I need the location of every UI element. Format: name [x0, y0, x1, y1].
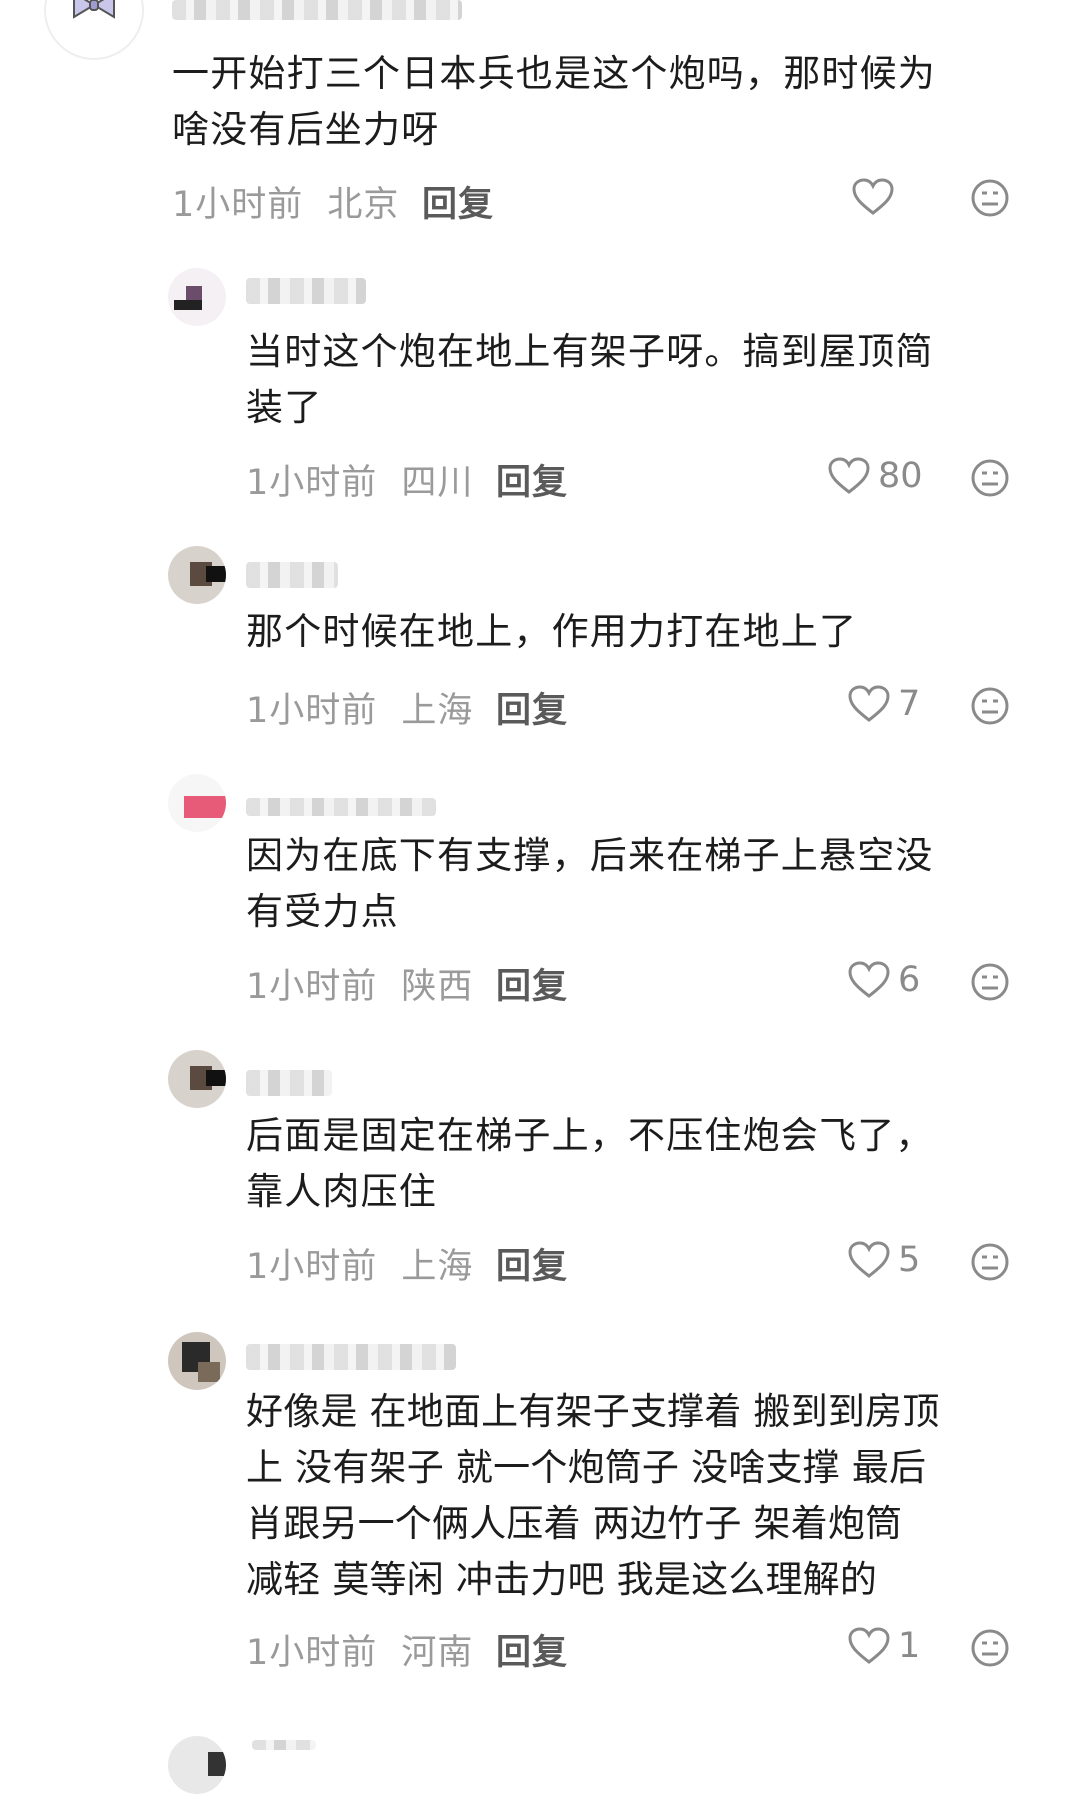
like-count: 1 — [898, 1626, 921, 1666]
comment-meta: 1小时前 北京 — [172, 176, 399, 227]
dislike-button[interactable] — [970, 1242, 1010, 1282]
comment-text: 后面是固定在梯子上，不压住炮会飞了， 靠人肉压住 — [246, 1114, 934, 1213]
like-button[interactable]: 7 — [848, 684, 920, 724]
comment-time: 1小时前 — [246, 463, 378, 503]
username-blurred — [246, 798, 436, 816]
username-blurred — [246, 562, 338, 588]
username-blurred — [246, 278, 366, 304]
avatar[interactable] — [168, 774, 226, 832]
dislike-button[interactable] — [970, 1628, 1010, 1668]
like-count: 7 — [898, 684, 921, 724]
dislike-button[interactable] — [970, 458, 1010, 498]
comment-time: 1小时前 — [172, 185, 304, 225]
comment-text: 好像是 在地面上有架子支撑着 搬到到房顶 上 没有架子 就一个炮筒子 没啥支撑 … — [246, 1390, 940, 1601]
dislike-face-icon — [971, 687, 1009, 725]
comment-location: 河南 — [401, 1633, 474, 1673]
like-count: 5 — [898, 1240, 921, 1280]
reply-button[interactable]: 回复 — [422, 176, 494, 227]
reply-button[interactable]: 回复 — [496, 1624, 568, 1675]
comment-meta: 1小时前 河南 — [246, 1624, 473, 1675]
heart-icon — [848, 1627, 890, 1665]
dislike-face-icon — [971, 179, 1009, 217]
heart-icon — [848, 961, 890, 999]
username-blurred — [252, 1740, 316, 1750]
comment-meta: 1小时前 陕西 — [246, 958, 473, 1009]
like-button[interactable]: 80 — [828, 456, 923, 496]
heart-icon — [852, 178, 894, 216]
comment-time: 1小时前 — [246, 1633, 378, 1673]
comment-time: 1小时前 — [246, 967, 378, 1007]
like-button[interactable]: 1 — [848, 1626, 920, 1666]
comment-text: 那个时候在地上，作用力打在地上了 — [246, 610, 858, 653]
avatar[interactable] — [168, 546, 226, 604]
avatar[interactable] — [168, 1332, 226, 1390]
comment-location: 上海 — [401, 1247, 474, 1287]
like-button[interactable]: 6 — [848, 960, 920, 1000]
heart-icon — [828, 457, 870, 495]
dislike-button[interactable] — [970, 686, 1010, 726]
avatar[interactable] — [168, 1736, 226, 1794]
comment-time: 1小时前 — [246, 691, 378, 731]
comment-location: 北京 — [327, 185, 400, 225]
reply-button[interactable]: 回复 — [496, 1238, 568, 1289]
username-blurred — [246, 1070, 332, 1096]
reply-button[interactable]: 回复 — [496, 454, 568, 505]
dislike-face-icon — [971, 1243, 1009, 1281]
bow-avatar-icon — [73, 0, 115, 19]
avatar[interactable] — [168, 268, 226, 326]
dislike-face-icon — [971, 1629, 1009, 1667]
comment-text: 一开始打三个日本兵也是这个炮吗，那时候为 啥没有后坐力呀 — [172, 52, 936, 151]
heart-icon — [848, 1241, 890, 1279]
dislike-face-icon — [971, 459, 1009, 497]
comment-text: 当时这个炮在地上有架子呀。搞到屋顶简 装了 — [246, 330, 934, 429]
comment-text: 因为在底下有支撑，后来在梯子上悬空没 有受力点 — [246, 834, 934, 933]
comment-time: 1小时前 — [246, 1247, 378, 1287]
dislike-face-icon — [971, 963, 1009, 1001]
comment-location: 上海 — [401, 691, 474, 731]
comment-location: 四川 — [401, 463, 474, 503]
comment-meta: 1小时前 上海 — [246, 1238, 473, 1289]
username-blurred — [246, 1344, 456, 1370]
reply-button[interactable]: 回复 — [496, 682, 568, 733]
reply-button[interactable]: 回复 — [496, 958, 568, 1009]
comment-location: 陕西 — [401, 967, 474, 1007]
dislike-button[interactable] — [970, 178, 1010, 218]
like-count: 6 — [898, 960, 921, 1000]
heart-icon — [848, 685, 890, 723]
avatar-bow[interactable] — [44, 0, 144, 60]
like-button[interactable] — [852, 178, 902, 216]
username-blurred — [172, 0, 462, 20]
comment-meta: 1小时前 四川 — [246, 454, 473, 505]
like-count: 80 — [878, 456, 923, 496]
avatar[interactable] — [168, 1050, 226, 1108]
comment-meta: 1小时前 上海 — [246, 682, 473, 733]
like-button[interactable]: 5 — [848, 1240, 920, 1280]
dislike-button[interactable] — [970, 962, 1010, 1002]
